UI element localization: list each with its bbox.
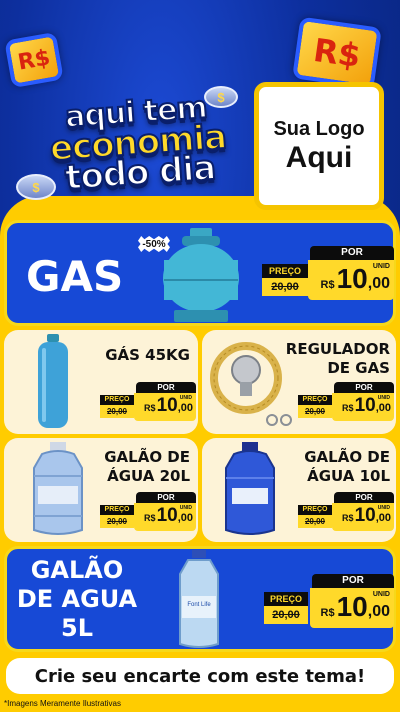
preco-label: PREÇO [298,505,332,515]
currency: R$ [342,403,354,413]
small-coin-icon: $ [16,174,56,200]
water-bottle-5l-image: Font Life [179,550,219,648]
logo-line-1: Sua Logo [273,117,365,140]
price-cents: ,00 [177,512,193,524]
flyer-page: R$ R$ $ aqui tem economia todo dia $ Sua… [0,0,400,712]
price-whole: 10 [156,505,178,526]
por-label: POR [136,492,196,503]
unit-label: UNID [377,395,390,401]
new-price: R$ 10 ,00 UNID [134,503,196,531]
gas-45kg-cylinder-image [38,334,68,428]
product-title: GALÃO DE ÁGUA 20L [104,448,190,485]
unit-label: UNID [179,505,192,511]
logo-placeholder[interactable]: Sua Logo Aqui [254,82,384,210]
old-price: 20,00 [264,606,308,624]
price-whole: 10 [156,395,178,416]
gas-cylinder-image [163,228,239,322]
preco-label: PREÇO [264,592,308,606]
water-jug-10l-image [225,442,275,535]
preco-label: PREÇO [262,264,308,278]
preco-label: PREÇO [100,395,134,405]
por-label: POR [312,574,394,588]
price-tag: POR PREÇO 20,00 R$ 10 ,00 UNID [100,382,196,422]
price-whole: 10 [336,591,368,622]
old-price: 20,00 [262,278,308,296]
unit-label: UNID [372,591,390,598]
new-price: R$ 10 ,00 UNID [310,588,394,628]
coin-icon-left: R$ [4,31,64,89]
disclaimer-text: *Imagens Meramente Ilustrativas [4,699,121,708]
price-whole: 10 [336,263,368,294]
old-price: 20,00 [100,515,134,528]
price-tag: POR PREÇO 20,00 R$ 10 ,00 UNID [262,246,394,302]
por-label: POR [334,492,394,503]
bottle-brand: Font Life [187,602,211,608]
cta-banner[interactable]: Crie seu encarte com este tema! [6,658,394,694]
unit-label: UNID [372,263,390,270]
price-cents: ,00 [177,402,193,414]
price-whole: 10 [354,505,376,526]
product-title: GALÃO DE ÁGUA 10L [304,448,390,485]
currency: R$ [320,607,335,619]
product-title: REGULADOR DE GAS [285,340,390,377]
price-cents: ,00 [375,402,391,414]
old-price: 20,00 [100,405,134,418]
price-cents: ,00 [367,275,390,292]
currency: R$ [144,513,156,523]
product-title: GAS [26,252,124,301]
product-title: GALÃO DE AGUA 5L [16,556,138,642]
new-price: R$ 10 ,00 UNID [134,393,196,421]
old-price: 20,00 [298,515,332,528]
preco-label: PREÇO [100,505,134,515]
new-price: R$ 10 ,00 UNID [332,393,394,421]
new-price: R$ 10 ,00 UNID [332,503,394,531]
price-tag: POR PREÇO 20,00 R$ 10 ,00 UNID [298,382,394,422]
currency: R$ [320,279,335,291]
new-price: R$ 10 ,00 UNID [308,260,394,300]
slogan: aqui tem economia todo dia [25,89,251,199]
currency: R$ [342,513,354,523]
price-whole: 10 [354,395,376,416]
por-label: POR [310,246,394,260]
old-price: 20,00 [298,405,332,418]
logo-line-2: Aqui [285,140,353,174]
coin-icon-right: R$ [292,16,382,90]
price-tag: POR PREÇO 20,00 R$ 10 ,00 UNID [264,574,394,630]
por-label: POR [136,382,196,393]
unit-label: UNID [377,505,390,511]
price-cents: ,00 [367,603,390,620]
unit-label: UNID [179,395,192,401]
por-label: POR [334,382,394,393]
preco-label: PREÇO [298,395,332,405]
price-cents: ,00 [375,512,391,524]
currency: R$ [144,403,156,413]
water-jug-20l-image [33,442,83,535]
price-tag: POR PREÇO 20,00 R$ 10 ,00 UNID [100,492,196,532]
price-tag: POR PREÇO 20,00 R$ 10 ,00 UNID [298,492,394,532]
product-title: GÁS 45KG [105,346,190,364]
